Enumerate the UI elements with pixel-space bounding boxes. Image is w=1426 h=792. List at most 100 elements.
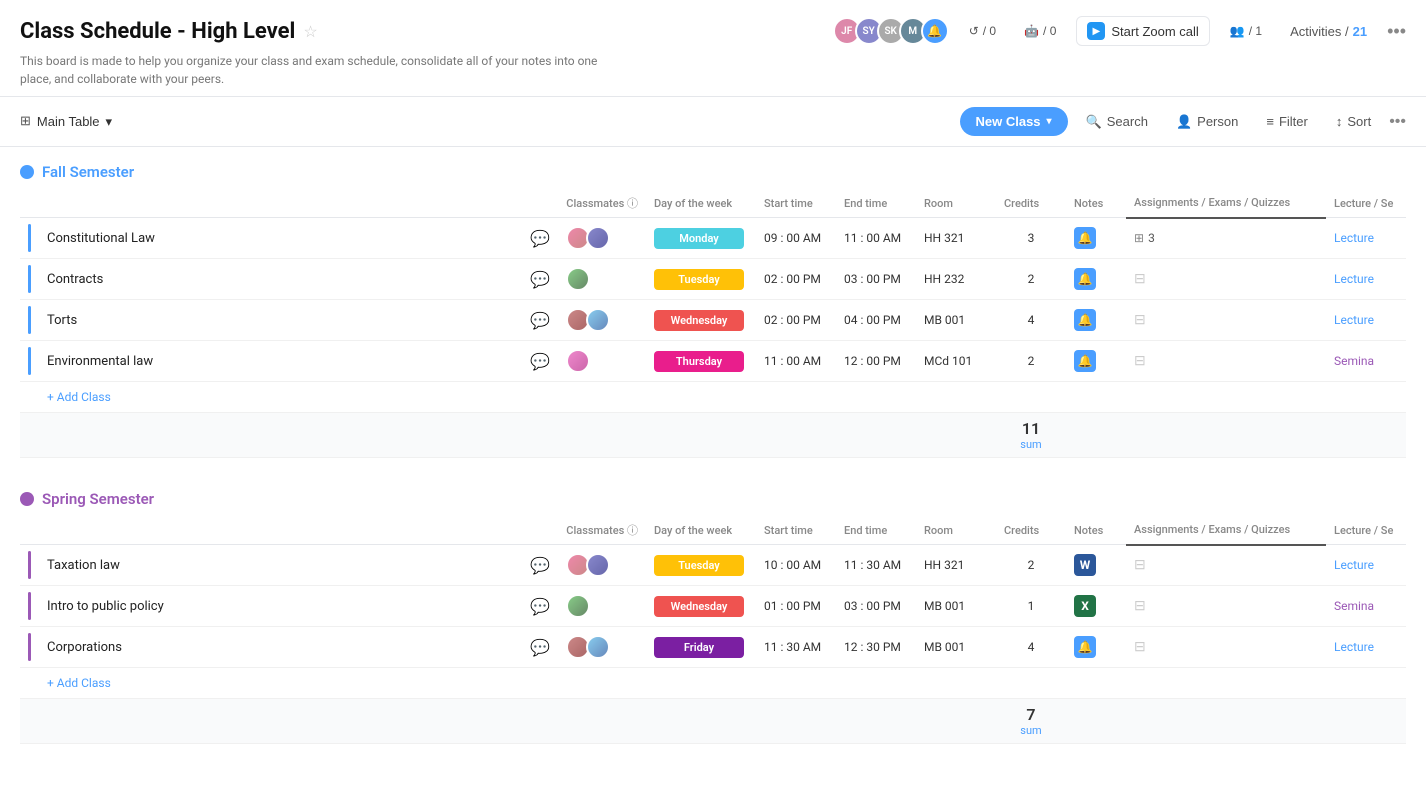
assignments-cell[interactable]: ⊞ 3 — [1126, 218, 1326, 259]
notes-excel-icon[interactable]: X — [1074, 595, 1096, 617]
more-options-button[interactable]: ••• — [1387, 21, 1406, 42]
notes-cell[interactable]: X — [1066, 586, 1126, 627]
notes-blue-icon[interactable]: 🔔 — [1074, 309, 1096, 331]
day-cell[interactable]: Wednesday — [646, 586, 756, 627]
notes-cell[interactable]: 🔔 — [1066, 627, 1126, 668]
sort-button[interactable]: ↕ Sort — [1326, 108, 1381, 135]
notes-word-icon[interactable]: W — [1074, 554, 1096, 576]
add-class-cell[interactable]: + Add Class — [39, 668, 1406, 699]
lecture-cell[interactable]: Lecture — [1326, 545, 1406, 586]
comment-cell[interactable]: 💬 — [522, 586, 558, 627]
lecture-link[interactable]: Lecture — [1334, 231, 1374, 245]
add-class-row[interactable]: + Add Class — [20, 668, 1406, 699]
search-button[interactable]: 🔍 Search — [1076, 108, 1158, 136]
lecture-link[interactable]: Lecture — [1334, 272, 1374, 286]
comment-icon[interactable]: 💬 — [530, 352, 550, 371]
lecture-link[interactable]: Semina — [1334, 354, 1374, 368]
comment-icon[interactable]: 💬 — [530, 270, 550, 289]
new-class-button[interactable]: New Class ▾ — [960, 107, 1068, 136]
members-button[interactable]: 👥 / 1 — [1222, 20, 1270, 42]
comment-cell[interactable]: 💬 — [522, 218, 558, 259]
zoom-button[interactable]: ▶ Start Zoom call — [1076, 16, 1209, 46]
activities-button[interactable]: Activities / 21 — [1282, 20, 1375, 43]
comment-icon[interactable]: 💬 — [530, 638, 550, 657]
lecture-cell[interactable]: Lecture — [1326, 218, 1406, 259]
th-comment — [522, 189, 558, 218]
sum-cell: 11 sum — [996, 413, 1066, 458]
assignments-cell[interactable]: ⊟ — [1126, 545, 1326, 586]
table-more-button[interactable]: ••• — [1389, 113, 1406, 131]
lecture-link[interactable]: Lecture — [1334, 558, 1374, 572]
notes-blue-icon[interactable]: 🔔 — [1074, 350, 1096, 372]
end-time-cell: 04 : 00 PM — [836, 300, 916, 341]
day-cell[interactable]: Thursday — [646, 341, 756, 382]
room-cell: HH 321 — [916, 218, 996, 259]
add-class-row[interactable]: + Add Class — [20, 382, 1406, 413]
classmates-info-icon-spring[interactable]: ⓘ — [627, 524, 638, 537]
assignments-cell[interactable]: ⊟ — [1126, 586, 1326, 627]
classmates-info-icon[interactable]: ⓘ — [627, 197, 638, 210]
notes-cell[interactable]: W — [1066, 545, 1126, 586]
day-cell[interactable]: Tuesday — [646, 545, 756, 586]
notes-blue-icon[interactable]: 🔔 — [1074, 227, 1096, 249]
comment-cell[interactable]: 💬 — [522, 300, 558, 341]
comment-cell[interactable]: 💬 — [522, 341, 558, 382]
row-indicator-cell — [20, 300, 39, 341]
page-title: Class Schedule - High Level — [20, 19, 295, 44]
add-class-cell[interactable]: + Add Class — [39, 382, 1406, 413]
notes-blue-icon[interactable]: 🔔 — [1074, 268, 1096, 290]
assignments-cell[interactable]: ⊟ — [1126, 259, 1326, 300]
day-cell[interactable]: Friday — [646, 627, 756, 668]
star-icon[interactable]: ☆ — [303, 22, 317, 41]
lecture-cell[interactable]: Lecture — [1326, 627, 1406, 668]
day-badge[interactable]: Tuesday — [654, 555, 744, 576]
avatar-bell[interactable]: 🔔 — [921, 17, 949, 45]
lecture-cell[interactable]: Lecture — [1326, 259, 1406, 300]
credits-cell: 2 — [996, 259, 1066, 300]
add-class-indicator — [20, 382, 39, 413]
notes-cell[interactable]: 🔔 — [1066, 218, 1126, 259]
day-badge[interactable]: Monday — [654, 228, 744, 249]
invite-button[interactable]: ↺ / 0 — [961, 20, 1004, 42]
day-badge[interactable]: Friday — [654, 637, 744, 658]
sum-number: 7 — [1004, 705, 1058, 724]
lecture-link[interactable]: Lecture — [1334, 640, 1374, 654]
assignments-cell[interactable]: ⊟ — [1126, 300, 1326, 341]
lecture-cell[interactable]: Semina — [1326, 586, 1406, 627]
th-classmates: Classmates ⓘ — [558, 189, 646, 218]
lecture-cell[interactable]: Lecture — [1326, 300, 1406, 341]
comment-cell[interactable]: 💬 — [522, 259, 558, 300]
comment-icon[interactable]: 💬 — [530, 597, 550, 616]
lecture-cell[interactable]: Semina — [1326, 341, 1406, 382]
robots-button[interactable]: 🤖 / 0 — [1016, 20, 1064, 42]
credits-cell: 3 — [996, 218, 1066, 259]
sum-number: 11 — [1004, 419, 1058, 438]
main-table-button[interactable]: Main Table ▾ — [37, 114, 112, 130]
notes-cell[interactable]: 🔔 — [1066, 341, 1126, 382]
day-badge[interactable]: Tuesday — [654, 269, 744, 290]
comment-cell[interactable]: 💬 — [522, 627, 558, 668]
add-class-indicator — [20, 668, 39, 699]
lecture-link[interactable]: Lecture — [1334, 313, 1374, 327]
comment-icon[interactable]: 💬 — [530, 556, 550, 575]
class-name-cell: Constitutional Law — [39, 218, 522, 259]
day-badge[interactable]: Wednesday — [654, 310, 744, 331]
comment-icon[interactable]: 💬 — [530, 311, 550, 330]
notes-cell[interactable]: 🔔 — [1066, 300, 1126, 341]
day-badge[interactable]: Wednesday — [654, 596, 744, 617]
person-button[interactable]: 👤 Person — [1166, 108, 1248, 136]
assignments-cell[interactable]: ⊟ — [1126, 341, 1326, 382]
lecture-link[interactable]: Semina — [1334, 599, 1374, 613]
title-area: Class Schedule - High Level ☆ — [20, 19, 318, 44]
day-badge[interactable]: Thursday — [654, 351, 744, 372]
notes-blue-icon[interactable]: 🔔 — [1074, 636, 1096, 658]
day-cell[interactable]: Wednesday — [646, 300, 756, 341]
assignments-cell[interactable]: ⊟ — [1126, 627, 1326, 668]
comment-cell[interactable]: 💬 — [522, 545, 558, 586]
filter-button[interactable]: ≡ Filter — [1256, 108, 1317, 135]
comment-icon[interactable]: 💬 — [530, 229, 550, 248]
day-cell[interactable]: Tuesday — [646, 259, 756, 300]
end-time-cell: 11 : 30 AM — [836, 545, 916, 586]
notes-cell[interactable]: 🔔 — [1066, 259, 1126, 300]
day-cell[interactable]: Monday — [646, 218, 756, 259]
